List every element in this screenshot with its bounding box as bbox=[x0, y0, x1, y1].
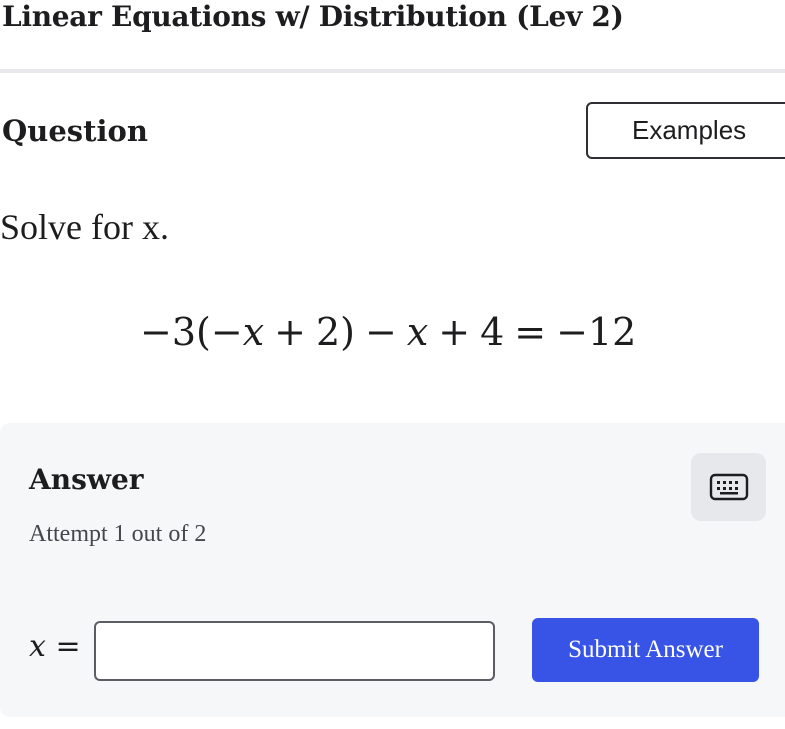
answer-equals: = bbox=[55, 629, 81, 664]
equation-operator: + bbox=[438, 310, 471, 354]
answer-variable-label: x = bbox=[29, 629, 81, 664]
answer-input[interactable] bbox=[94, 621, 495, 681]
keyboard-icon bbox=[709, 473, 748, 501]
equation-constant: 2) bbox=[315, 310, 355, 354]
answer-panel: Answer Attempt 1 out of 2 x = Submit Ans… bbox=[0, 423, 785, 717]
attempt-counter: Attempt 1 out of 2 bbox=[29, 521, 207, 547]
answer-heading: Answer bbox=[29, 463, 144, 496]
page: Linear Equations w/ Distribution (Lev 2)… bbox=[0, 0, 785, 729]
equation-negation: − bbox=[210, 310, 243, 354]
question-prompt: Solve for x. bbox=[0, 207, 169, 247]
equation-constant: 4 bbox=[480, 310, 505, 354]
page-title: Linear Equations w/ Distribution (Lev 2) bbox=[2, 0, 624, 33]
question-heading: Question bbox=[2, 114, 148, 148]
equation-coefficient: −3( bbox=[140, 310, 211, 354]
equation: −3(−x +2) − x +4 = −12 bbox=[140, 310, 700, 354]
equation-variable: x bbox=[406, 310, 429, 354]
equation-operator: + bbox=[274, 310, 306, 354]
header-divider bbox=[0, 69, 785, 73]
equation-variable: x bbox=[242, 310, 265, 354]
answer-variable: x bbox=[29, 629, 46, 664]
equation-operator: − bbox=[364, 310, 397, 354]
keyboard-button[interactable] bbox=[691, 453, 766, 521]
submit-answer-button[interactable]: Submit Answer bbox=[532, 618, 759, 682]
equation-rhs: −12 bbox=[556, 310, 637, 354]
examples-button[interactable]: Examples bbox=[586, 102, 785, 159]
equation-equals: = bbox=[514, 310, 547, 354]
